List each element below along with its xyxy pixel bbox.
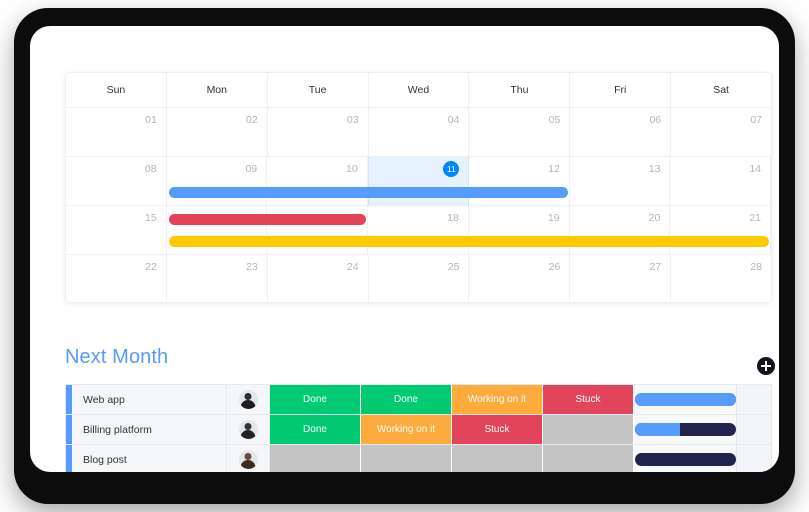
avatar-person-3 [238, 450, 258, 469]
progress-bar-fill [634, 393, 736, 406]
calendar-weekday-mon: Mon [167, 73, 268, 107]
status-cell[interactable]: Done [361, 385, 452, 414]
avatar-person-2 [238, 420, 258, 439]
progress-cell[interactable] [634, 415, 737, 444]
calendar-day-26[interactable]: 26 [469, 255, 571, 302]
calendar-weekday-thu: Thu [469, 73, 571, 107]
calendar-weekday-sun: Sun [66, 73, 167, 107]
status-cell[interactable] [361, 445, 452, 472]
status-cell[interactable]: Done [270, 385, 361, 414]
progress-bar [634, 423, 736, 436]
row-name-cell[interactable]: Web app [72, 385, 227, 414]
red-event-bar[interactable] [168, 214, 367, 225]
row-trailing-cell[interactable] [737, 385, 771, 414]
status-cell[interactable] [543, 415, 634, 444]
calendar-day-06[interactable]: 06 [570, 108, 672, 156]
calendar-day-08[interactable]: 08 [66, 157, 167, 205]
calendar-week-row: 01 02 03 04 05 06 07 [66, 108, 771, 157]
calendar-day-13[interactable]: 13 [570, 157, 671, 205]
calendar-day-01[interactable]: 01 [66, 108, 167, 156]
progress-bar-fill [634, 423, 680, 436]
status-cell[interactable] [452, 445, 543, 472]
row-trailing-cell[interactable] [737, 445, 771, 472]
calendar-day-03[interactable]: 03 [268, 108, 369, 156]
calendar-day-22[interactable]: 22 [66, 255, 167, 302]
next-month-title: Next Month [65, 346, 169, 368]
calendar-day-23[interactable]: 23 [167, 255, 268, 302]
yellow-event-bar[interactable] [168, 236, 769, 247]
status-cell[interactable]: Stuck [543, 385, 634, 414]
calendar-week-row: 08 09 10 11 12 13 14 [66, 157, 771, 206]
calendar-day-24[interactable]: 24 [268, 255, 369, 302]
status-cell[interactable]: Done [270, 415, 361, 444]
table-row[interactable]: Billing platform Done Working on it Stuck [66, 414, 771, 444]
progress-cell[interactable] [634, 445, 737, 472]
status-cell[interactable]: Working on it [361, 415, 452, 444]
status-cell[interactable]: Working on it [452, 385, 543, 414]
row-name-cell[interactable]: Billing platform [72, 415, 227, 444]
row-avatar-cell[interactable] [227, 385, 270, 414]
calendar-day-07[interactable]: 07 [671, 108, 771, 156]
today-badge: 11 [443, 161, 460, 177]
status-cell[interactable] [543, 445, 634, 472]
device-screen: Sun Mon Tue Wed Thu Fri Sat 01 02 03 04 05 06 07 08 09… [30, 26, 779, 472]
calendar-day-25[interactable]: 25 [369, 255, 470, 302]
calendar-weekday-fri: Fri [570, 73, 672, 107]
device-frame: Sun Mon Tue Wed Thu Fri Sat 01 02 03 04 05 06 07 08 09… [14, 8, 795, 504]
calendar-day-28[interactable]: 28 [671, 255, 771, 302]
progress-bar [634, 453, 736, 466]
progress-bar [634, 393, 736, 406]
calendar-day-14[interactable]: 14 [670, 157, 771, 205]
calendar-card: Sun Mon Tue Wed Thu Fri Sat 01 02 03 04 05 06 07 08 09… [65, 72, 772, 303]
calendar-weekday-tue: Tue [268, 73, 369, 107]
row-trailing-cell[interactable] [737, 415, 771, 444]
avatar-person-1 [238, 390, 258, 409]
calendar-weekday-sat: Sat [713, 84, 729, 96]
calendar-week-row: 22 23 24 25 26 27 28 [66, 255, 771, 302]
row-name-cell[interactable]: Blog post [72, 445, 227, 472]
status-cell[interactable] [270, 445, 361, 472]
row-avatar-cell[interactable] [227, 445, 270, 472]
calendar-day-27[interactable]: 27 [570, 255, 672, 302]
board-table: Web app Done Done Working on it Stuck Billing… [65, 384, 772, 472]
row-avatar-cell[interactable] [227, 415, 270, 444]
table-row[interactable]: Blog post [66, 444, 771, 472]
status-cell[interactable]: Stuck [452, 415, 543, 444]
calendar-body: 0102030405060708091011121314151617181920… [66, 108, 771, 302]
calendar-weekday-wed: Wed [369, 73, 470, 107]
blue-event-bar[interactable] [168, 187, 568, 198]
calendar-day-04[interactable]: 04 [369, 108, 470, 156]
calendar-day-15[interactable]: 15 [66, 206, 167, 254]
table-row[interactable]: Web app Done Done Working on it Stuck [66, 384, 771, 414]
calendar-weekday-header: Sun Mon Tue Wed Thu Fri Sat [66, 73, 771, 108]
progress-cell[interactable] [634, 385, 737, 414]
add-item-button[interactable] [757, 357, 775, 375]
calendar-week-row: 15161718192021 [66, 206, 771, 255]
calendar-day-05[interactable]: 05 [469, 108, 571, 156]
calendar-day-02[interactable]: 02 [167, 108, 268, 156]
